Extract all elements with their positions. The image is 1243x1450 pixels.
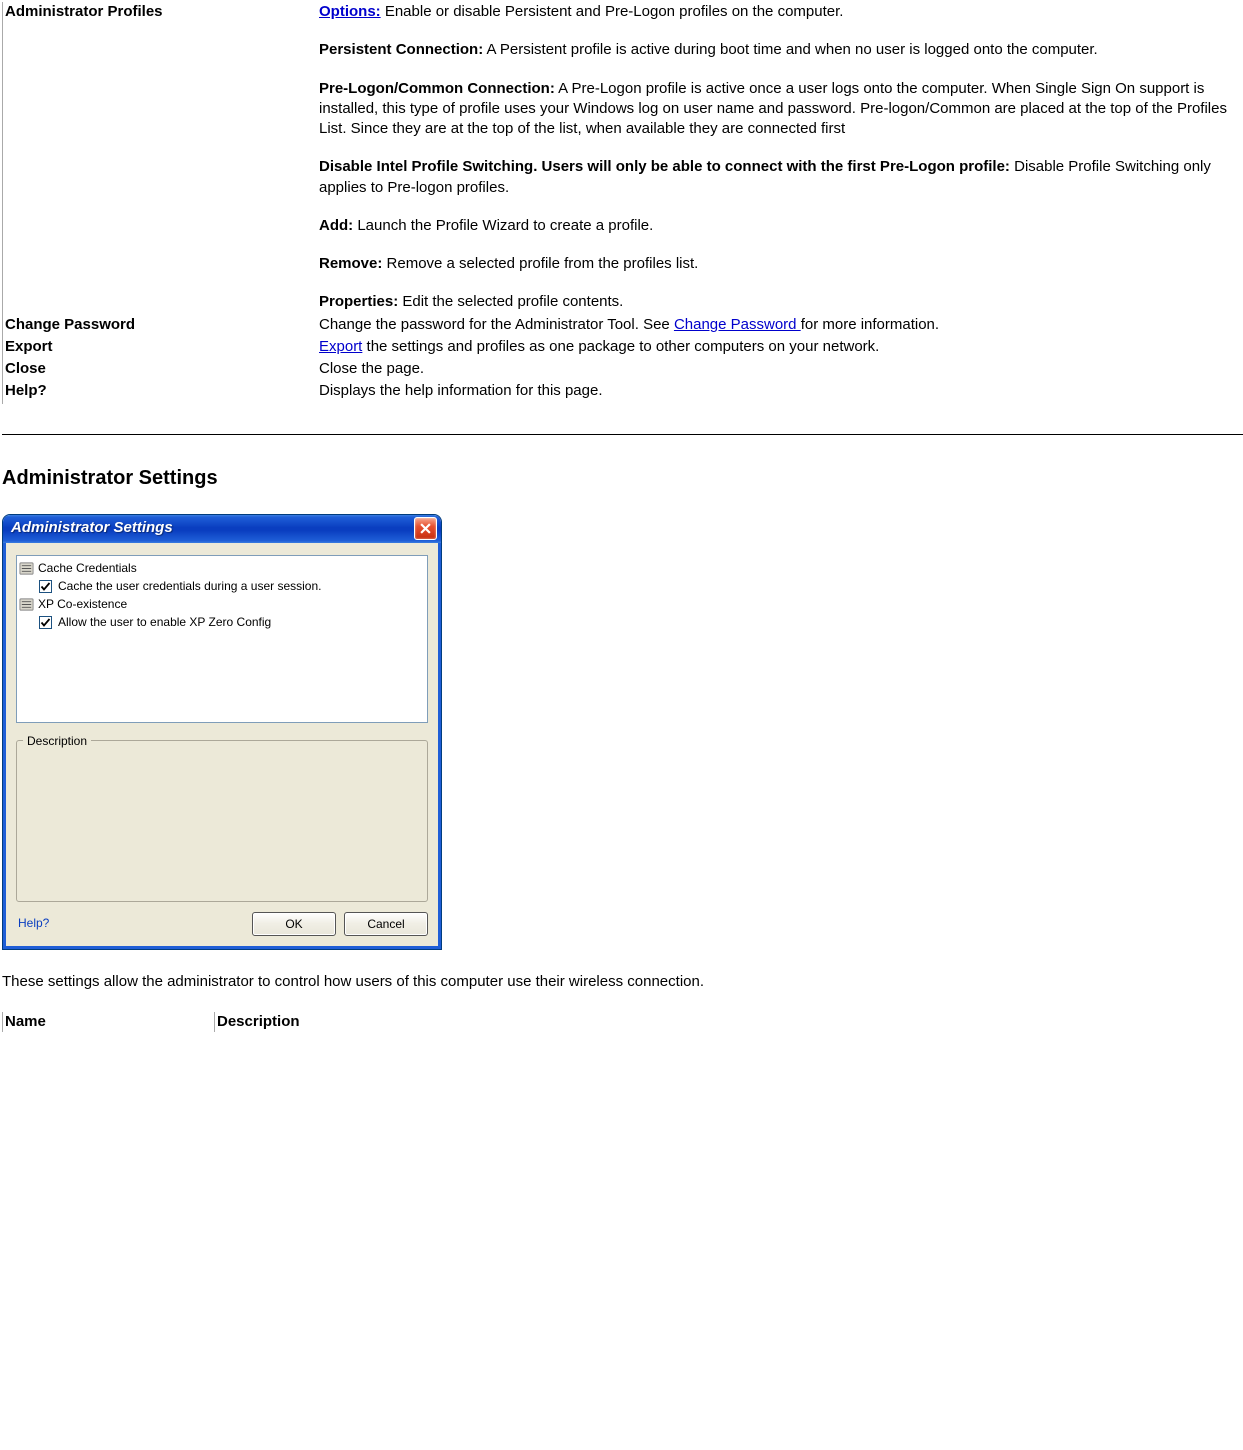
row-content: Change the password for the Administrato… xyxy=(319,315,1243,337)
persistent-label: Persistent Connection: xyxy=(319,41,483,58)
row-name: Administrator Profiles xyxy=(3,2,320,315)
footer-name-header: Name xyxy=(3,1012,215,1032)
checkbox-checked-icon[interactable] xyxy=(39,616,52,629)
options-link[interactable]: Options: xyxy=(319,3,381,20)
section-heading: Administrator Settings xyxy=(2,465,1243,492)
ok-button[interactable]: OK xyxy=(252,912,336,936)
dialog-body: Cache Credentials Cache the user credent… xyxy=(3,543,441,949)
cancel-button[interactable]: Cancel xyxy=(344,912,428,936)
table-row: Export Export the settings and profiles … xyxy=(3,337,1243,359)
properties-text: Edit the selected profile contents. xyxy=(398,293,623,310)
tree-item-label: Allow the user to enable XP Zero Config xyxy=(58,614,271,630)
options-text: Enable or disable Persistent and Pre-Log… xyxy=(381,3,844,20)
table-row: Help? Displays the help information for … xyxy=(3,381,1243,403)
remove-text: Remove a selected profile from the profi… xyxy=(382,255,698,272)
definitions-table: Administrator Profiles Options: Enable o… xyxy=(2,2,1243,404)
checkbox-checked-icon[interactable] xyxy=(39,580,52,593)
tree-item[interactable]: Cache the user credentials during a user… xyxy=(19,578,425,596)
description-groupbox: Description xyxy=(16,733,428,902)
text-post: for more information. xyxy=(801,316,939,333)
close-icon[interactable] xyxy=(414,517,437,540)
footer-header-table: Name Description xyxy=(2,1012,1243,1032)
tree-group[interactable]: XP Co-existence xyxy=(19,596,425,614)
settings-tree[interactable]: Cache Credentials Cache the user credent… xyxy=(16,555,428,723)
row-name: Help? xyxy=(3,381,320,403)
persistent-text: A Persistent profile is active during bo… xyxy=(483,41,1098,58)
tree-group-label: Cache Credentials xyxy=(38,560,137,576)
add-label: Add: xyxy=(319,217,353,234)
text-pre: Change the password for the Administrato… xyxy=(319,316,674,333)
disable-label: Disable Intel Profile Switching. Users w… xyxy=(319,158,1010,175)
row-content: Close the page. xyxy=(319,359,1243,381)
text-post: the settings and profiles as one package… xyxy=(362,338,879,355)
prelogon-label: Pre-Logon/Common Connection: xyxy=(319,80,555,97)
add-text: Launch the Profile Wizard to create a pr… xyxy=(353,217,653,234)
table-row: Change Password Change the password for … xyxy=(3,315,1243,337)
tree-group[interactable]: Cache Credentials xyxy=(19,560,425,578)
row-content: Displays the help information for this p… xyxy=(319,381,1243,403)
setting-group-icon xyxy=(19,561,34,576)
dialog-title: Administrator Settings xyxy=(11,518,414,538)
row-name: Close xyxy=(3,359,320,381)
tree-item[interactable]: Allow the user to enable XP Zero Config xyxy=(19,614,425,632)
intro-text: These settings allow the administrator t… xyxy=(2,972,1243,992)
export-link[interactable]: Export xyxy=(319,338,362,355)
administrator-settings-dialog: Administrator Settings Cache Credentials xyxy=(2,514,442,950)
row-name: Export xyxy=(3,337,320,359)
row-content: Options: Enable or disable Persistent an… xyxy=(319,2,1243,315)
section-divider xyxy=(2,434,1243,435)
footer-desc-header: Description xyxy=(215,1012,1243,1032)
properties-label: Properties: xyxy=(319,293,398,310)
dialog-footer: Help? OK Cancel xyxy=(16,910,428,936)
tree-item-label: Cache the user credentials during a user… xyxy=(58,578,321,594)
tree-group-label: XP Co-existence xyxy=(38,596,127,612)
change-password-link[interactable]: Change Password xyxy=(674,316,801,333)
dialog-titlebar[interactable]: Administrator Settings xyxy=(3,515,441,543)
row-name: Change Password xyxy=(3,315,320,337)
setting-group-icon xyxy=(19,597,34,612)
help-link[interactable]: Help? xyxy=(18,915,49,931)
table-row: Administrator Profiles Options: Enable o… xyxy=(3,2,1243,315)
row-content: Export the settings and profiles as one … xyxy=(319,337,1243,359)
description-legend: Description xyxy=(23,733,91,749)
table-row: Close Close the page. xyxy=(3,359,1243,381)
remove-label: Remove: xyxy=(319,255,382,272)
